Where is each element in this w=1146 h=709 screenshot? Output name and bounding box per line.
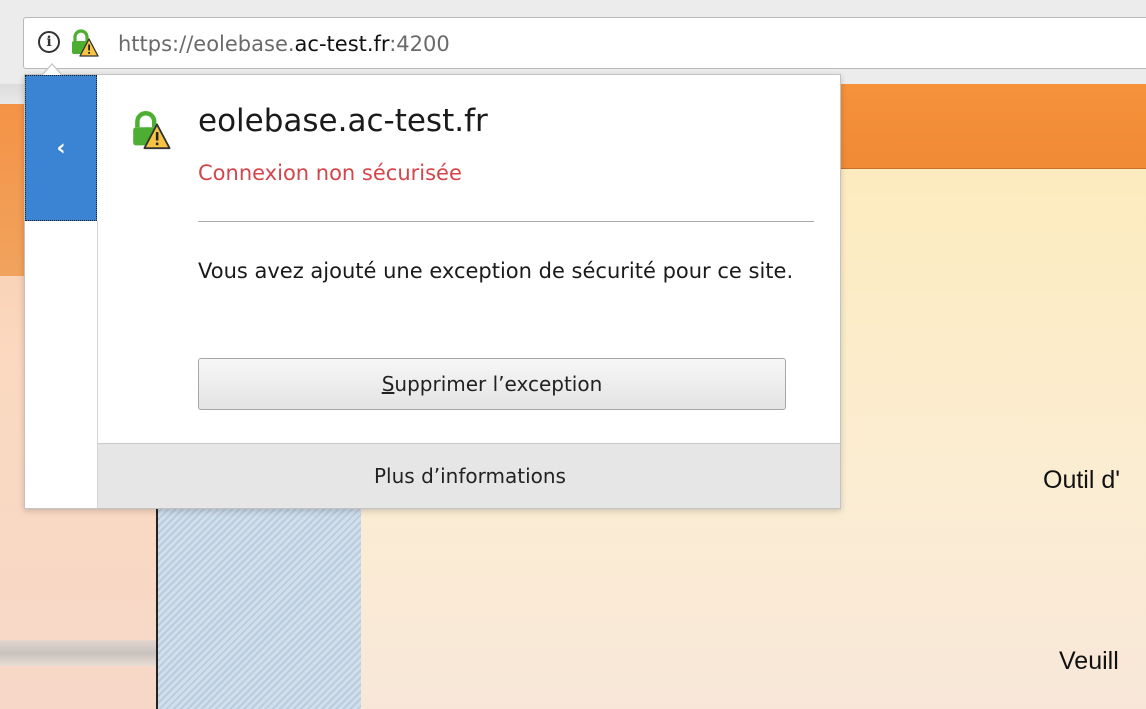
url-subdomain: eolebase. xyxy=(193,32,295,56)
page-tool-heading: Outil d' xyxy=(1043,466,1121,494)
popup-body: eolebase.ac-test.fr Connexion non sécuri… xyxy=(98,75,840,443)
browser-toolbar: i https://eolebase.ac-test.fr:4200 xyxy=(0,0,1146,84)
page-left-bar xyxy=(0,640,158,666)
insecure-lock-warning-icon[interactable] xyxy=(69,28,99,58)
remove-exception-label: upprimer l’exception xyxy=(394,372,603,396)
separator xyxy=(198,221,814,222)
remove-exception-button[interactable]: Supprimer l’exception xyxy=(198,358,786,410)
page-divider xyxy=(156,504,158,709)
popup-arrow xyxy=(42,63,62,75)
page-instruction-text: Veuill xyxy=(1059,647,1119,675)
more-info-button[interactable]: Plus d’informations xyxy=(98,443,840,508)
more-info-label: Plus d’informations xyxy=(374,464,566,488)
connection-status: Connexion non sécurisée xyxy=(198,161,462,185)
url-bar[interactable]: i https://eolebase.ac-test.fr:4200 xyxy=(23,17,1146,69)
site-identity-popup: ‹ eolebase.ac-test.fr Connexion non sécu… xyxy=(24,74,841,509)
back-button[interactable]: ‹ xyxy=(25,75,97,221)
insecure-lock-warning-icon xyxy=(133,111,171,150)
page-left-accent xyxy=(0,104,25,276)
url-scheme: https:// xyxy=(118,32,194,56)
url-port: :4200 xyxy=(389,32,450,56)
info-circle-icon[interactable]: i xyxy=(38,31,60,53)
exception-message: Vous avez ajouté une exception de sécuri… xyxy=(198,259,794,283)
chevron-left-icon: ‹ xyxy=(56,136,66,161)
accesskey-letter: S xyxy=(381,372,395,396)
page-hatched-area xyxy=(158,504,361,709)
site-title: eolebase.ac-test.fr xyxy=(198,103,488,139)
url-host: ac-test.fr xyxy=(294,32,390,56)
url-text[interactable]: https://eolebase.ac-test.fr:4200 xyxy=(118,30,450,58)
